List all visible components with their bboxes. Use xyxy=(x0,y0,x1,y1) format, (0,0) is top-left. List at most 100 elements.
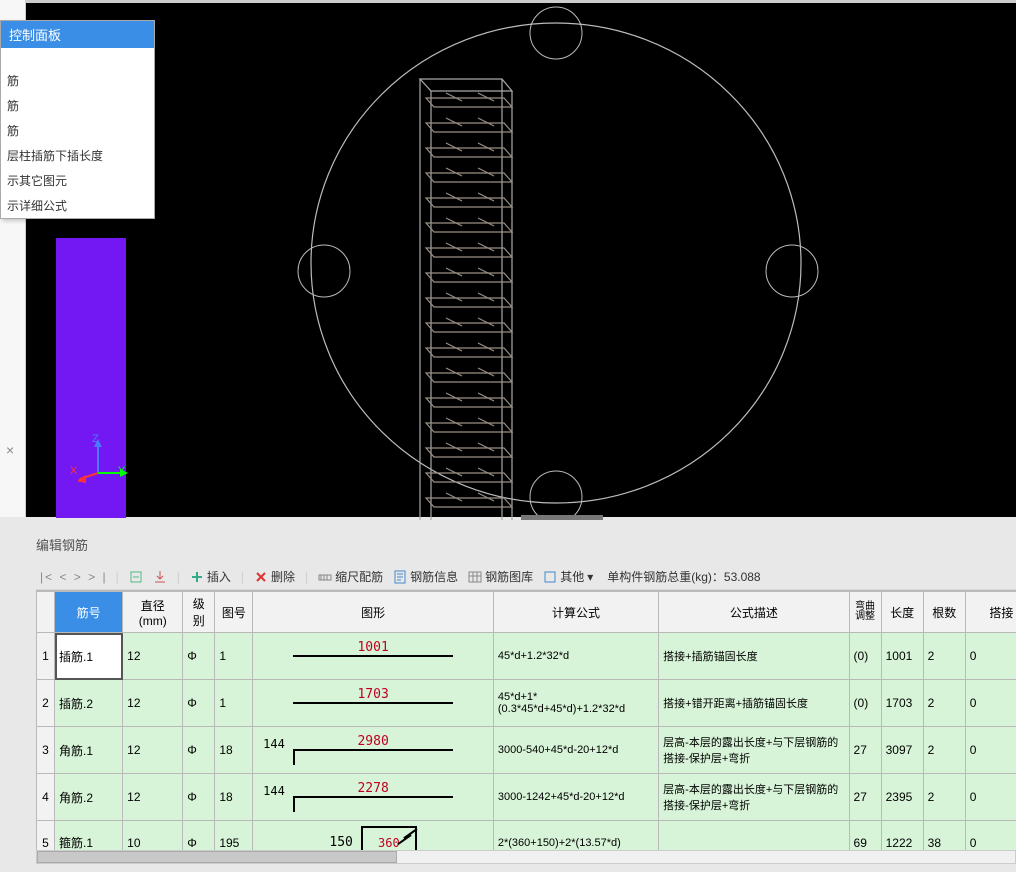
cell-level[interactable]: Φ xyxy=(183,774,215,821)
panel-item[interactable]: 示详细公式 xyxy=(1,193,154,218)
cell-level[interactable]: Φ xyxy=(183,821,215,853)
cell-diameter[interactable]: 12 xyxy=(123,774,183,821)
scrollbar-thumb[interactable] xyxy=(37,851,397,863)
cell-lap[interactable]: 0 xyxy=(965,633,1016,680)
cell-diameter[interactable]: 12 xyxy=(123,633,183,680)
cell-lap[interactable]: 0 xyxy=(965,821,1016,853)
cell-length[interactable]: 3097 xyxy=(881,727,923,774)
row-index[interactable]: 3 xyxy=(37,727,55,774)
cell-desc[interactable]: 层高-本层的露出长度+与下层钢筋的搭接-保护层+弯折 xyxy=(659,727,849,774)
cell-adjust[interactable]: 69 xyxy=(849,821,881,853)
library-button[interactable]: 钢筋图库 xyxy=(466,567,535,586)
cell-count[interactable]: 2 xyxy=(923,727,965,774)
row-index[interactable]: 4 xyxy=(37,774,55,821)
cell-adjust[interactable]: (0) xyxy=(849,680,881,727)
col-count[interactable]: 根数 xyxy=(923,592,965,633)
export-button[interactable] xyxy=(151,569,169,585)
cell-shapeno[interactable]: 18 xyxy=(215,727,253,774)
cell-lap[interactable]: 0 xyxy=(965,774,1016,821)
col-length[interactable]: 长度 xyxy=(881,592,923,633)
row-index[interactable]: 2 xyxy=(37,680,55,727)
col-lap[interactable]: 搭接 xyxy=(965,592,1016,633)
viewport-3d[interactable]: Z Y X xyxy=(26,0,1016,517)
col-level[interactable]: 级别 xyxy=(183,592,215,633)
cell-adjust[interactable]: 27 xyxy=(849,774,881,821)
nav-buttons[interactable]: |< < > > | xyxy=(40,570,108,584)
cell-name[interactable]: 角筋.2 xyxy=(55,774,123,821)
cell-diameter[interactable]: 10 xyxy=(123,821,183,853)
cell-adjust[interactable]: 27 xyxy=(849,727,881,774)
table-row[interactable]: 3角筋.112Φ1814429803000-540+45*d-20+12*d层高… xyxy=(37,727,1016,774)
cell-name[interactable]: 插筋.2 xyxy=(55,680,123,727)
table-row[interactable]: 5箍筋.110Φ1951503602*(360+150)+2*(13.57*d)… xyxy=(37,821,1016,853)
cell-count[interactable]: 38 xyxy=(923,821,965,853)
summary-value: 53.088 xyxy=(724,570,761,584)
row-index[interactable]: 1 xyxy=(37,633,55,680)
cell-formula[interactable]: 45*d+1*(0.3*45*d+45*d)+1.2*32*d xyxy=(493,680,658,727)
other-button[interactable]: 其他 ▾ xyxy=(541,567,595,586)
cell-formula[interactable]: 3000-540+45*d-20+12*d xyxy=(493,727,658,774)
panel-item[interactable]: 层柱插筋下插长度 xyxy=(1,143,154,168)
cell-length[interactable]: 2395 xyxy=(881,774,923,821)
horizontal-scrollbar[interactable] xyxy=(36,850,1016,864)
cell-formula[interactable]: 45*d+1.2*32*d xyxy=(493,633,658,680)
panel-item[interactable]: 示其它图元 xyxy=(1,168,154,193)
cell-shapeno[interactable]: 195 xyxy=(215,821,253,853)
table-row[interactable]: 1插筋.112Φ1100145*d+1.2*32*d搭接+插筋锚固长度(0)10… xyxy=(37,633,1016,680)
cell-lap[interactable]: 0 xyxy=(965,680,1016,727)
cell-formula[interactable]: 2*(360+150)+2*(13.57*d) xyxy=(493,821,658,853)
cell-shapeno[interactable]: 1 xyxy=(215,633,253,680)
close-gutter-icon[interactable]: × xyxy=(6,442,14,458)
cell-diameter[interactable]: 12 xyxy=(123,680,183,727)
col-shapeno[interactable]: 图号 xyxy=(215,592,253,633)
control-panel-title[interactable]: 控制面板 xyxy=(1,21,154,48)
cell-shapeno[interactable]: 18 xyxy=(215,774,253,821)
cell-desc[interactable]: 层高-本层的露出长度+与下层钢筋的搭接-保护层+弯折 xyxy=(659,774,849,821)
cell-shape[interactable]: 1703 xyxy=(253,680,493,727)
cell-name[interactable]: 角筋.1 xyxy=(55,727,123,774)
cell-shape[interactable]: 1442980 xyxy=(253,727,493,774)
cell-lap[interactable]: 0 xyxy=(965,727,1016,774)
col-adjust[interactable]: 弯曲调整 xyxy=(849,592,881,633)
col-shape[interactable]: 图形 xyxy=(253,592,493,633)
cell-level[interactable]: Φ xyxy=(183,727,215,774)
cell-diameter[interactable]: 12 xyxy=(123,727,183,774)
cell-count[interactable]: 2 xyxy=(923,774,965,821)
rebar-table[interactable]: 筋号 直径(mm) 级别 图号 图形 计算公式 公式描述 弯曲调整 长度 根数 … xyxy=(36,590,1016,852)
restore-button[interactable] xyxy=(127,569,145,585)
cell-name[interactable]: 箍筋.1 xyxy=(55,821,123,853)
cell-count[interactable]: 2 xyxy=(923,680,965,727)
table-row[interactable]: 4角筋.212Φ1814422783000-1242+45*d-20+12*d层… xyxy=(37,774,1016,821)
cell-desc[interactable] xyxy=(659,821,849,853)
row-index[interactable]: 5 xyxy=(37,821,55,853)
delete-button[interactable]: 删除 xyxy=(252,567,297,586)
insert-button[interactable]: 插入 xyxy=(188,567,233,586)
col-diameter[interactable]: 直径(mm) xyxy=(123,592,183,633)
col-rownum[interactable] xyxy=(37,592,55,633)
panel-item[interactable]: 筋 xyxy=(1,118,154,143)
cell-adjust[interactable]: (0) xyxy=(849,633,881,680)
panel-item[interactable]: 筋 xyxy=(1,68,154,93)
cell-level[interactable]: Φ xyxy=(183,680,215,727)
table-row[interactable]: 2插筋.212Φ1170345*d+1*(0.3*45*d+45*d)+1.2*… xyxy=(37,680,1016,727)
cell-length[interactable]: 1222 xyxy=(881,821,923,853)
scale-button[interactable]: 缩尺配筋 xyxy=(316,567,385,586)
cell-name[interactable]: 插筋.1 xyxy=(55,633,123,680)
cell-desc[interactable]: 搭接+错开距离+插筋锚固长度 xyxy=(659,680,849,727)
cell-shape[interactable]: 1001 xyxy=(253,633,493,680)
cell-length[interactable]: 1001 xyxy=(881,633,923,680)
cell-shapeno[interactable]: 1 xyxy=(215,680,253,727)
cell-formula[interactable]: 3000-1242+45*d-20+12*d xyxy=(493,774,658,821)
panel-item[interactable]: 筋 xyxy=(1,93,154,118)
col-name[interactable]: 筋号 xyxy=(55,592,123,633)
cell-shape[interactable]: 150360 xyxy=(253,821,493,853)
cell-desc[interactable]: 搭接+插筋锚固长度 xyxy=(659,633,849,680)
cell-level[interactable]: Φ xyxy=(183,633,215,680)
col-formula[interactable]: 计算公式 xyxy=(493,592,658,633)
cell-length[interactable]: 1703 xyxy=(881,680,923,727)
info-button[interactable]: 钢筋信息 xyxy=(391,567,460,586)
control-panel[interactable]: 控制面板 筋 筋 筋 层柱插筋下插长度 示其它图元 示详细公式 xyxy=(0,20,155,219)
cell-shape[interactable]: 1442278 xyxy=(253,774,493,821)
col-desc[interactable]: 公式描述 xyxy=(659,592,849,633)
cell-count[interactable]: 2 xyxy=(923,633,965,680)
